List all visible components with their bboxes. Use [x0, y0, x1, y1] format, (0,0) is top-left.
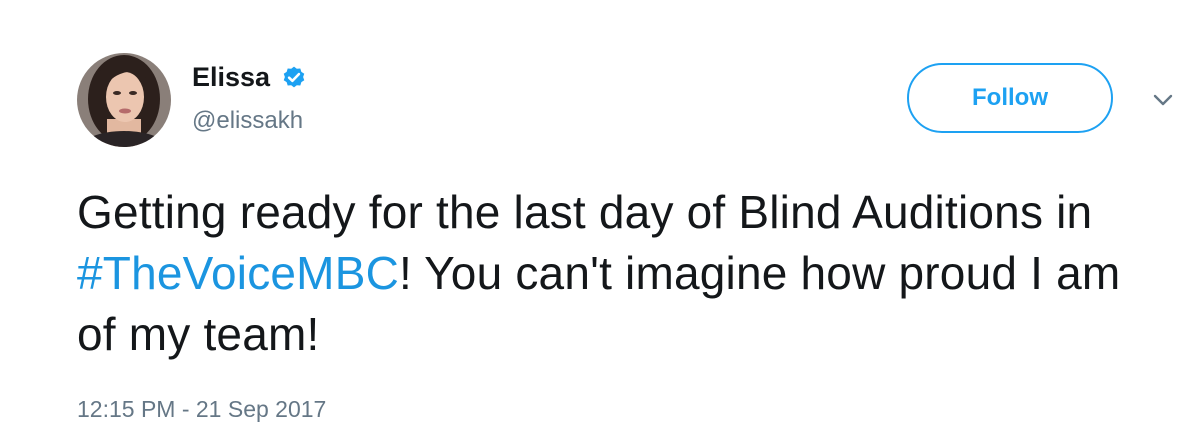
- display-name[interactable]: Elissa: [192, 60, 270, 94]
- tweet-timestamp[interactable]: 12:15 PM - 21 Sep 2017: [77, 394, 326, 424]
- tweet-text: Getting ready for the last day of Blind …: [77, 182, 1137, 365]
- avatar-image: [77, 53, 171, 147]
- verified-badge-icon: [280, 63, 308, 91]
- tweet-text-before: Getting ready for the last day of Blind …: [77, 186, 1093, 238]
- hashtag-link[interactable]: #TheVoiceMBC: [77, 247, 399, 299]
- user-handle[interactable]: @elissakh: [192, 106, 303, 136]
- follow-button[interactable]: Follow: [907, 63, 1113, 133]
- avatar[interactable]: [77, 53, 171, 147]
- chevron-down-icon[interactable]: [1152, 92, 1174, 108]
- user-name-row: Elissa: [192, 60, 308, 94]
